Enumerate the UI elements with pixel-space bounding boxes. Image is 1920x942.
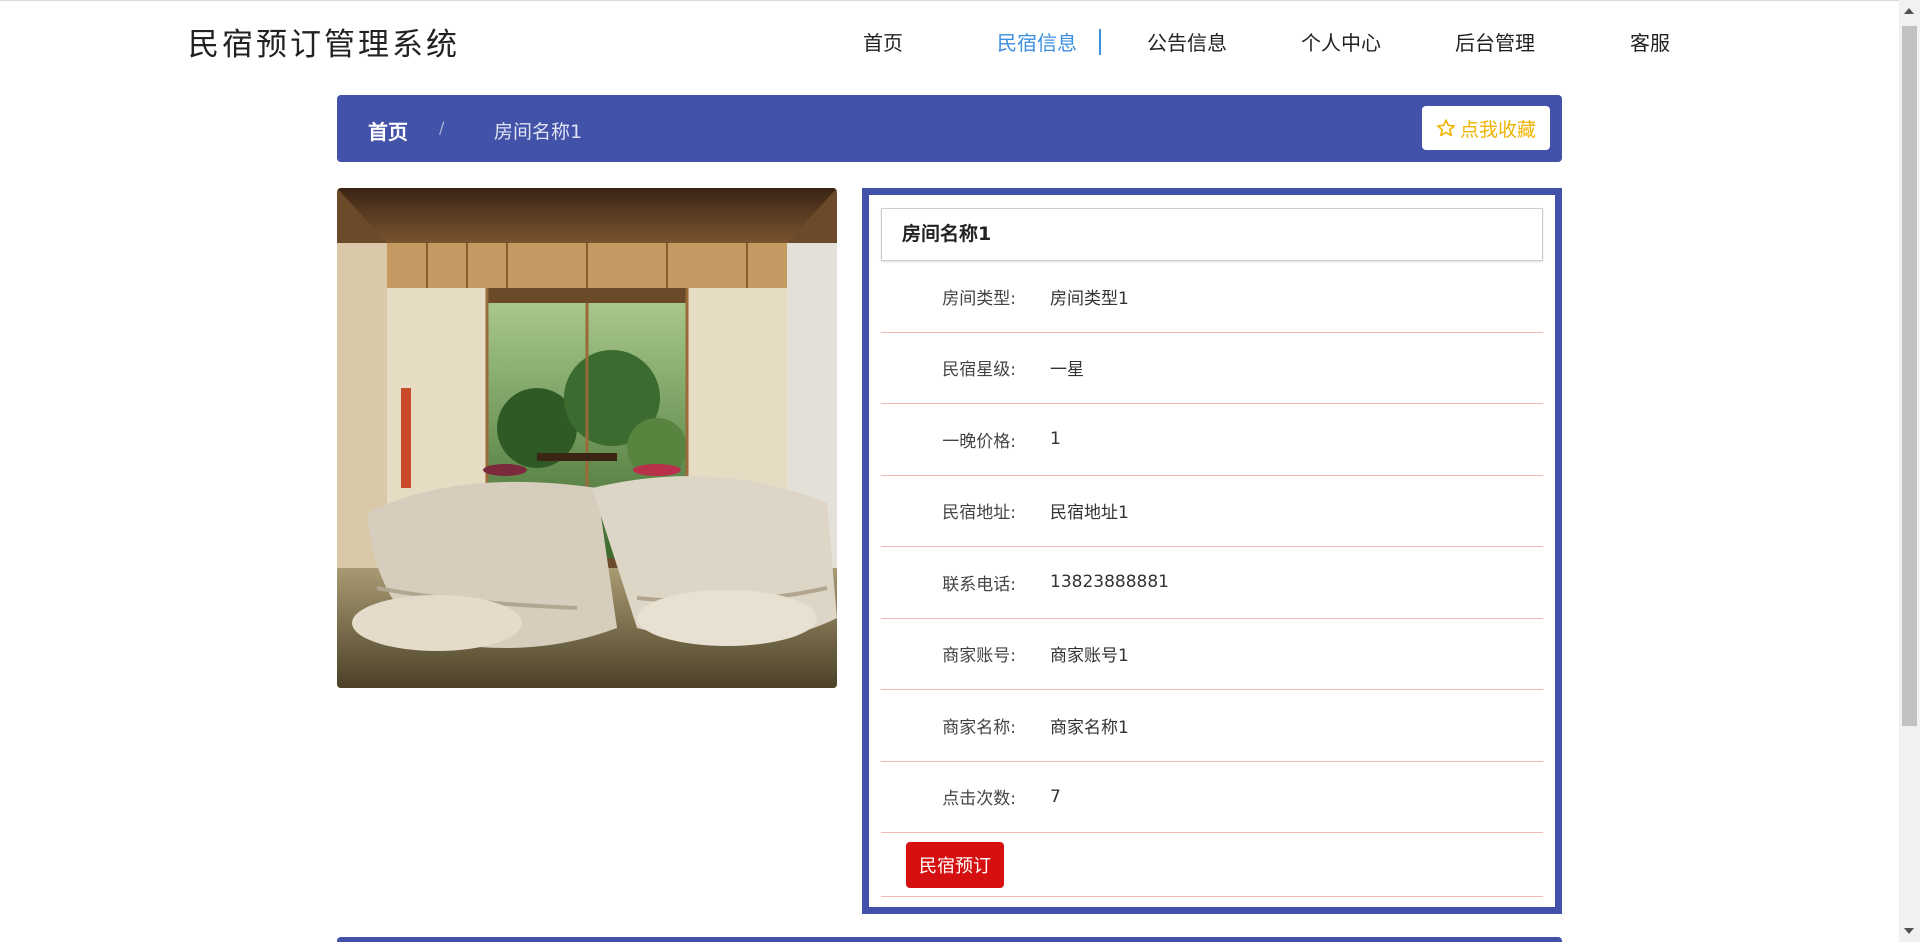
field-merchant-account: 商家账号: 商家账号1	[881, 619, 1543, 690]
field-room-type: 房间类型: 房间类型1	[881, 261, 1543, 333]
room-photo	[337, 188, 837, 688]
field-value: 7	[1050, 786, 1061, 807]
breadcrumb: 首页 / 房间名称1 点我收藏	[337, 95, 1562, 162]
field-label: 商家名称:	[942, 717, 1016, 738]
main-nav: 首页 民宿信息 公告信息 个人中心 后台管理 客服	[0, 27, 1899, 57]
field-label: 房间类型:	[942, 288, 1016, 309]
field-value: 商家账号1	[1050, 646, 1129, 667]
field-label: 联系电话:	[942, 574, 1016, 595]
scroll-down-arrow-icon[interactable]	[1904, 928, 1914, 934]
room-fields: 房间类型: 房间类型1 民宿星级: 一星 一晚价格: 1 民宿地址: 民宿地址1…	[881, 261, 1543, 897]
next-section-edge	[337, 937, 1562, 942]
breadcrumb-separator: /	[439, 118, 445, 137]
field-label: 一晚价格:	[942, 431, 1016, 452]
scroll-up-arrow-icon[interactable]	[1904, 8, 1914, 14]
nav-home[interactable]: 首页	[863, 27, 903, 56]
room-title: 房间名称1	[881, 208, 1543, 261]
field-value: 13823888881	[1050, 572, 1169, 593]
nav-personal-center[interactable]: 个人中心	[1301, 27, 1381, 56]
scrollbar-thumb[interactable]	[1902, 26, 1917, 726]
field-value: 1	[1050, 429, 1061, 450]
field-label: 商家账号:	[942, 646, 1016, 667]
breadcrumb-home-link[interactable]: 首页	[368, 116, 408, 145]
field-merchant-name: 商家名称: 商家名称1	[881, 690, 1543, 762]
field-click-count: 点击次数: 7	[881, 762, 1543, 833]
book-homestay-button[interactable]: 民宿预订	[906, 842, 1004, 888]
nav-admin[interactable]: 后台管理	[1455, 27, 1535, 56]
field-value: 房间类型1	[1050, 288, 1129, 309]
room-detail-panel: 房间名称1 房间类型: 房间类型1 民宿星级: 一星 一晚价格: 1 民宿地址:…	[862, 188, 1562, 914]
field-label: 民宿星级:	[942, 360, 1016, 381]
field-address: 民宿地址: 民宿地址1	[881, 476, 1543, 547]
field-value: 一星	[1050, 360, 1084, 381]
book-row: 民宿预订	[881, 833, 1543, 897]
field-star-level: 民宿星级: 一星	[881, 333, 1543, 404]
field-label: 民宿地址:	[942, 503, 1016, 524]
top-navbar: 民宿预订管理系统 首页 民宿信息 公告信息 个人中心 后台管理 客服	[0, 0, 1899, 78]
field-value: 民宿地址1	[1050, 503, 1129, 524]
field-price-per-night: 一晚价格: 1	[881, 404, 1543, 476]
nav-active-divider	[1099, 29, 1101, 55]
favorite-button-label: 点我收藏	[1459, 119, 1536, 141]
page-scrollbar[interactable]	[1899, 0, 1920, 942]
field-value: 商家名称1	[1050, 717, 1129, 738]
nav-customer-service[interactable]: 客服	[1630, 27, 1670, 56]
nav-homestay-info[interactable]: 民宿信息	[997, 27, 1077, 56]
star-outline-icon	[1436, 119, 1455, 137]
field-label: 点击次数:	[942, 789, 1016, 810]
field-phone: 联系电话: 13823888881	[881, 547, 1543, 619]
nav-announcements[interactable]: 公告信息	[1147, 27, 1227, 56]
favorite-button[interactable]: 点我收藏	[1421, 106, 1550, 150]
breadcrumb-current: 房间名称1	[494, 121, 583, 143]
